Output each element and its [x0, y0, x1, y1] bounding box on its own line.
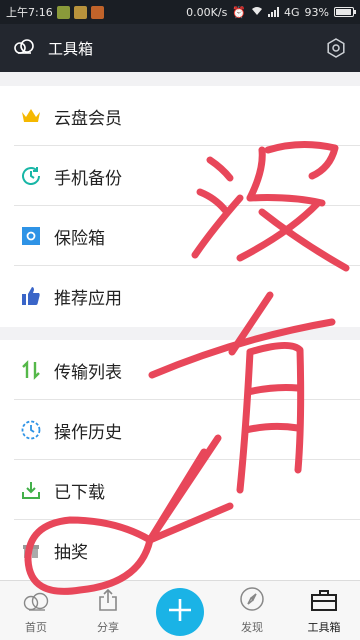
menu-item-label: 手机备份 — [54, 168, 122, 189]
share-icon — [97, 588, 119, 616]
toolbox-icon — [310, 588, 338, 616]
menu-item-label: 操作历史 — [54, 422, 122, 443]
menu-item-label: 已下载 — [54, 482, 105, 503]
menu-item-transfer[interactable]: 传输列表 — [0, 340, 360, 400]
bottom-tab-bar: 首页 分享 发现 工具箱 — [0, 580, 360, 640]
add-button[interactable] — [156, 588, 204, 636]
transfer-icon — [20, 359, 42, 381]
notification-game-icon — [90, 5, 104, 19]
signal-icon — [268, 7, 280, 17]
alarm-icon: ⏰ — [232, 5, 247, 19]
notification-app-icon — [56, 5, 70, 19]
battery-percent: 93% — [304, 5, 329, 19]
status-time: 上午7:16 — [6, 6, 53, 19]
thumbs-up-icon — [20, 285, 42, 307]
battery-icon — [334, 7, 356, 17]
tab-label: 分享 — [97, 621, 119, 634]
safe-icon — [20, 225, 42, 247]
tab-share[interactable]: 分享 — [72, 581, 144, 640]
menu-item-vip[interactable]: 云盘会员 — [0, 86, 360, 146]
tab-label: 工具箱 — [307, 621, 341, 634]
menu-group-secondary: 传输列表 操作历史 已下载 抽奖 — [0, 340, 360, 580]
menu-item-label: 传输列表 — [54, 362, 122, 383]
tab-add — [144, 581, 216, 640]
cloud-icon — [12, 37, 36, 59]
menu-item-label: 推荐应用 — [54, 288, 122, 309]
tab-discover[interactable]: 发现 — [216, 581, 288, 640]
menu-item-label: 云盘会员 — [54, 108, 122, 129]
notification-image-icon — [73, 5, 87, 19]
crown-icon — [20, 105, 42, 127]
tab-home[interactable]: 首页 — [0, 581, 72, 640]
title-bar: 工具箱 — [0, 24, 360, 72]
menu-item-label: 抽奖 — [54, 542, 88, 563]
compass-icon — [239, 586, 265, 616]
menu-item-history[interactable]: 操作历史 — [0, 400, 360, 460]
page-title: 工具箱 — [48, 39, 94, 58]
network-speed: 0.00K/s — [186, 5, 228, 19]
status-bar: 上午7:16 0.00K/s ⏰ 4G 93% — [0, 0, 360, 24]
clock-backup-icon — [20, 165, 42, 187]
wifi-icon — [251, 6, 263, 19]
menu-item-downloaded[interactable]: 已下载 — [0, 460, 360, 520]
cloud-home-icon — [21, 590, 51, 616]
history-icon — [20, 419, 42, 441]
menu-group-primary: 云盘会员 手机备份 保险箱 推荐应用 — [0, 86, 360, 327]
download-icon — [20, 479, 42, 501]
menu-item-backup[interactable]: 手机备份 — [0, 146, 360, 206]
gear-icon[interactable] — [324, 36, 348, 60]
plus-icon — [167, 597, 193, 627]
menu-item-safe[interactable]: 保险箱 — [0, 206, 360, 266]
network-type: 4G — [284, 5, 300, 19]
tab-toolbox[interactable]: 工具箱 — [288, 581, 360, 640]
menu-item-recommend[interactable]: 推荐应用 — [0, 266, 360, 326]
menu-item-lottery[interactable]: 抽奖 — [0, 520, 360, 580]
lottery-icon — [20, 539, 42, 561]
tab-label: 发现 — [241, 621, 263, 634]
tab-label: 首页 — [25, 621, 47, 634]
menu-item-label: 保险箱 — [54, 228, 105, 249]
